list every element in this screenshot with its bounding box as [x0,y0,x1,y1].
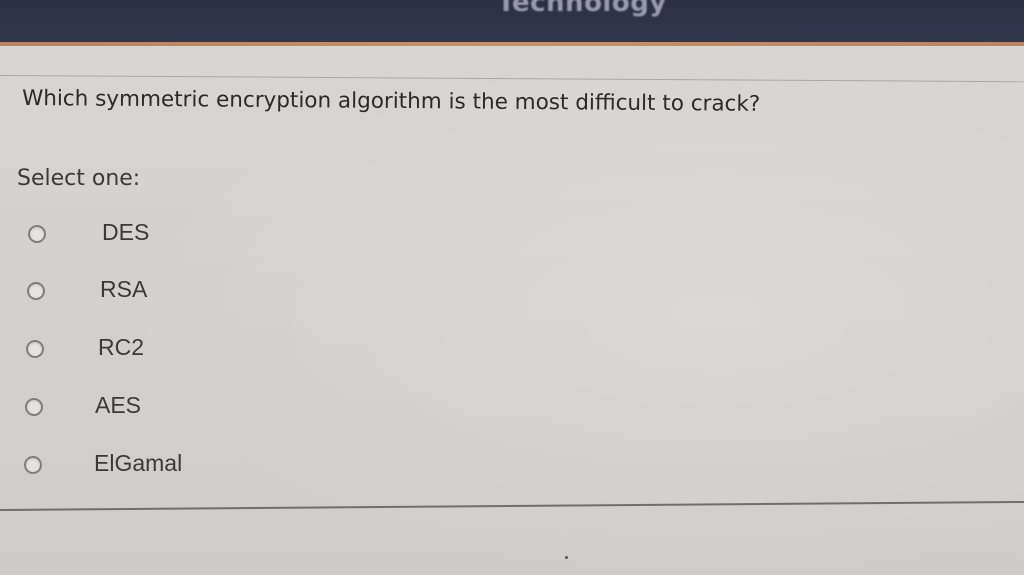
select-one-label: Select one: [17,166,141,191]
radio-button[interactable] [27,282,45,300]
screen-speck [565,556,568,559]
question-text: Which symmetric encryption algorithm is … [21,86,761,117]
option-label: DES [102,219,150,245]
header-bar: Technology [0,0,1024,42]
bottom-divider [0,500,1024,511]
radio-button[interactable] [28,225,46,243]
radio-button[interactable] [25,398,43,416]
header-accent-line [0,42,1024,46]
option-label: ElGamal [94,450,183,476]
top-divider [0,75,1024,83]
option-label: AES [95,392,142,418]
option-label: RC2 [98,334,145,360]
radio-button[interactable] [26,340,44,358]
option-label: RSA [100,276,148,302]
screen: Technology Which symmetric encryption al… [0,0,1024,575]
header-title: Technology [497,0,667,18]
radio-button[interactable] [24,456,42,474]
